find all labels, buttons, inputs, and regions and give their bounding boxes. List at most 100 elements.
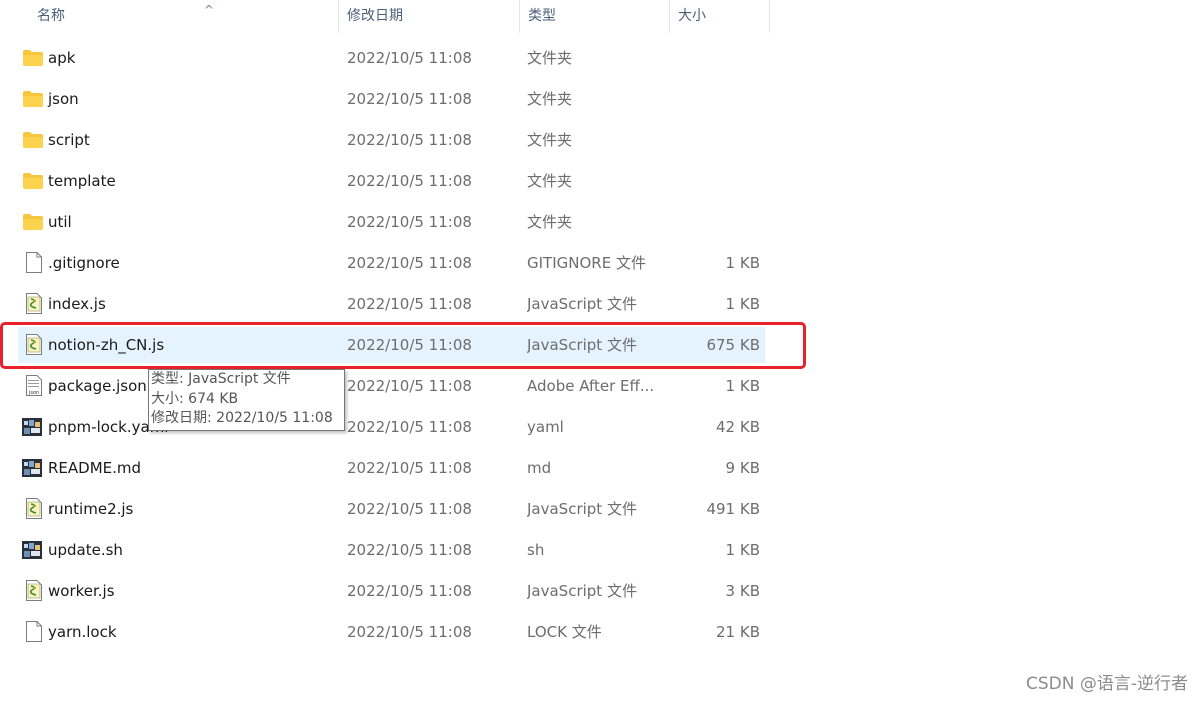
image-file-icon bbox=[22, 532, 44, 568]
blank-file-icon bbox=[22, 245, 44, 281]
folder-icon bbox=[22, 81, 44, 117]
file-size: 42 KB bbox=[716, 418, 760, 436]
file-size: 1 KB bbox=[725, 377, 760, 395]
file-size: 1 KB bbox=[725, 541, 760, 559]
file-size: 1 KB bbox=[725, 254, 760, 272]
svg-text:json: json bbox=[28, 390, 39, 396]
file-date: 2022/10/5 11:08 bbox=[347, 254, 472, 272]
file-type: GITIGNORE 文件 bbox=[527, 254, 646, 272]
json-file-icon: json bbox=[22, 368, 44, 404]
folder-icon bbox=[22, 204, 44, 240]
file-type: Adobe After Eff... bbox=[527, 377, 655, 395]
tooltip-type: 类型: JavaScript 文件 bbox=[151, 371, 291, 387]
column-header-size-label: 大小 bbox=[678, 8, 706, 24]
file-size: 9 KB bbox=[725, 459, 760, 477]
file-row[interactable]: runtime2.js 2022/10/5 11:08 JavaScript 文件 4… bbox=[18, 491, 765, 527]
file-name: apk bbox=[48, 49, 76, 67]
file-name: yarn.lock bbox=[48, 623, 117, 641]
folder-icon bbox=[22, 40, 44, 76]
file-name: util bbox=[48, 213, 72, 231]
file-size bbox=[658, 122, 760, 158]
file-type: JavaScript 文件 bbox=[527, 500, 637, 518]
file-type: 文件夹 bbox=[527, 90, 573, 108]
file-name: update.sh bbox=[48, 541, 123, 559]
javascript-file-icon bbox=[22, 286, 44, 322]
file-name: template bbox=[48, 172, 116, 190]
file-row[interactable]: util 2022/10/5 11:08 文件夹 bbox=[18, 204, 765, 240]
file-name: script bbox=[48, 131, 90, 149]
file-row[interactable]: pnpm-lock.yaml 2022/10/5 11:08 yaml 42 KB bbox=[18, 409, 765, 445]
file-row[interactable]: index.js 2022/10/5 11:08 JavaScript 文件 1 KB bbox=[18, 286, 765, 322]
file-date: 2022/10/5 11:08 bbox=[347, 623, 472, 641]
file-date: 2022/10/5 11:08 bbox=[347, 49, 472, 67]
file-type: 文件夹 bbox=[527, 131, 573, 149]
file-type: yaml bbox=[527, 418, 564, 436]
file-type: sh bbox=[527, 541, 545, 559]
column-header-size[interactable]: 大小 bbox=[670, 0, 770, 33]
file-row[interactable]: worker.js 2022/10/5 11:08 JavaScript 文件 3 K… bbox=[18, 573, 765, 609]
file-date: 2022/10/5 11:08 bbox=[347, 90, 472, 108]
column-header-name[interactable]: 名称 ^ bbox=[29, 0, 339, 33]
column-header-type[interactable]: 类型 bbox=[520, 0, 670, 33]
file-size: 1 KB bbox=[725, 295, 760, 313]
sort-up-icon: ^ bbox=[204, 3, 215, 17]
file-date: 2022/10/5 11:08 bbox=[347, 459, 472, 477]
file-row[interactable]: update.sh 2022/10/5 11:08 sh 1 KB bbox=[18, 532, 765, 568]
column-header-bar: 名称 ^ 修改日期 类型 大小 bbox=[0, 0, 770, 33]
file-row[interactable]: template 2022/10/5 11:08 文件夹 bbox=[18, 163, 765, 199]
file-row[interactable]: json package.json 2022/10/5 11:08 Adobe Aft… bbox=[18, 368, 765, 404]
file-size: 491 KB bbox=[706, 500, 760, 518]
red-highlight-box bbox=[0, 322, 806, 369]
file-type: md bbox=[527, 459, 552, 477]
tooltip-date: 修改日期: 2022/10/5 11:08 bbox=[151, 410, 333, 426]
file-date: 2022/10/5 11:08 bbox=[347, 500, 472, 518]
file-type: 文件夹 bbox=[527, 172, 573, 190]
file-name: README.md bbox=[48, 459, 142, 477]
tooltip-size: 大小: 674 KB bbox=[151, 390, 239, 407]
folder-icon bbox=[22, 163, 44, 199]
file-size bbox=[658, 81, 760, 117]
watermark: CSDN @语言-逆行者 bbox=[1025, 674, 1188, 694]
file-name: .gitignore bbox=[48, 254, 120, 272]
file-type: 文件夹 bbox=[527, 213, 573, 231]
file-name: index.js bbox=[48, 295, 106, 313]
file-date: 2022/10/5 11:08 bbox=[347, 377, 472, 395]
file-date: 2022/10/5 11:08 bbox=[347, 131, 472, 149]
file-row[interactable]: script 2022/10/5 11:08 文件夹 bbox=[18, 122, 765, 158]
file-date: 2022/10/5 11:08 bbox=[347, 582, 472, 600]
javascript-file-icon bbox=[22, 573, 44, 609]
file-row[interactable]: apk 2022/10/5 11:08 文件夹 bbox=[18, 40, 765, 76]
file-date: 2022/10/5 11:08 bbox=[347, 541, 472, 559]
file-name: json bbox=[48, 90, 79, 108]
file-size bbox=[658, 204, 760, 240]
file-date: 2022/10/5 11:08 bbox=[347, 418, 472, 436]
image-file-icon bbox=[22, 450, 44, 486]
file-size bbox=[658, 40, 760, 76]
folder-icon bbox=[22, 122, 44, 158]
file-date: 2022/10/5 11:08 bbox=[347, 213, 472, 231]
file-explorer: 名称 ^ 修改日期 类型 大小 apk 2022/10/5 11:08 文件夹 jso… bbox=[0, 0, 1203, 702]
file-date: 2022/10/5 11:08 bbox=[347, 172, 472, 190]
file-info-tooltip: 类型: JavaScript 文件 大小: 674 KB 修改日期: 2022/… bbox=[148, 369, 345, 431]
file-type: LOCK 文件 bbox=[527, 623, 602, 641]
file-row[interactable]: .gitignore 2022/10/5 11:08 GITIGNORE 文件 1 K… bbox=[18, 245, 765, 281]
blank-file-icon bbox=[22, 614, 44, 650]
file-date: 2022/10/5 11:08 bbox=[347, 295, 472, 313]
file-size bbox=[658, 163, 760, 199]
column-header-date[interactable]: 修改日期 bbox=[339, 0, 520, 33]
file-row[interactable]: json 2022/10/5 11:08 文件夹 bbox=[18, 81, 765, 117]
file-name: worker.js bbox=[48, 582, 115, 600]
file-name: runtime2.js bbox=[48, 500, 134, 518]
image-file-icon bbox=[22, 409, 44, 445]
file-type: 文件夹 bbox=[527, 49, 573, 67]
file-size: 3 KB bbox=[725, 582, 760, 600]
column-header-date-label: 修改日期 bbox=[347, 8, 403, 24]
column-header-type-label: 类型 bbox=[528, 8, 556, 24]
file-size: 21 KB bbox=[716, 623, 760, 641]
file-type: JavaScript 文件 bbox=[527, 582, 637, 600]
javascript-file-icon bbox=[22, 491, 44, 527]
file-row[interactable]: yarn.lock 2022/10/5 11:08 LOCK 文件 21 KB bbox=[18, 614, 765, 650]
file-type: JavaScript 文件 bbox=[527, 295, 637, 313]
file-row[interactable]: README.md 2022/10/5 11:08 md 9 KB bbox=[18, 450, 765, 486]
column-header-name-label: 名称 bbox=[37, 8, 65, 24]
